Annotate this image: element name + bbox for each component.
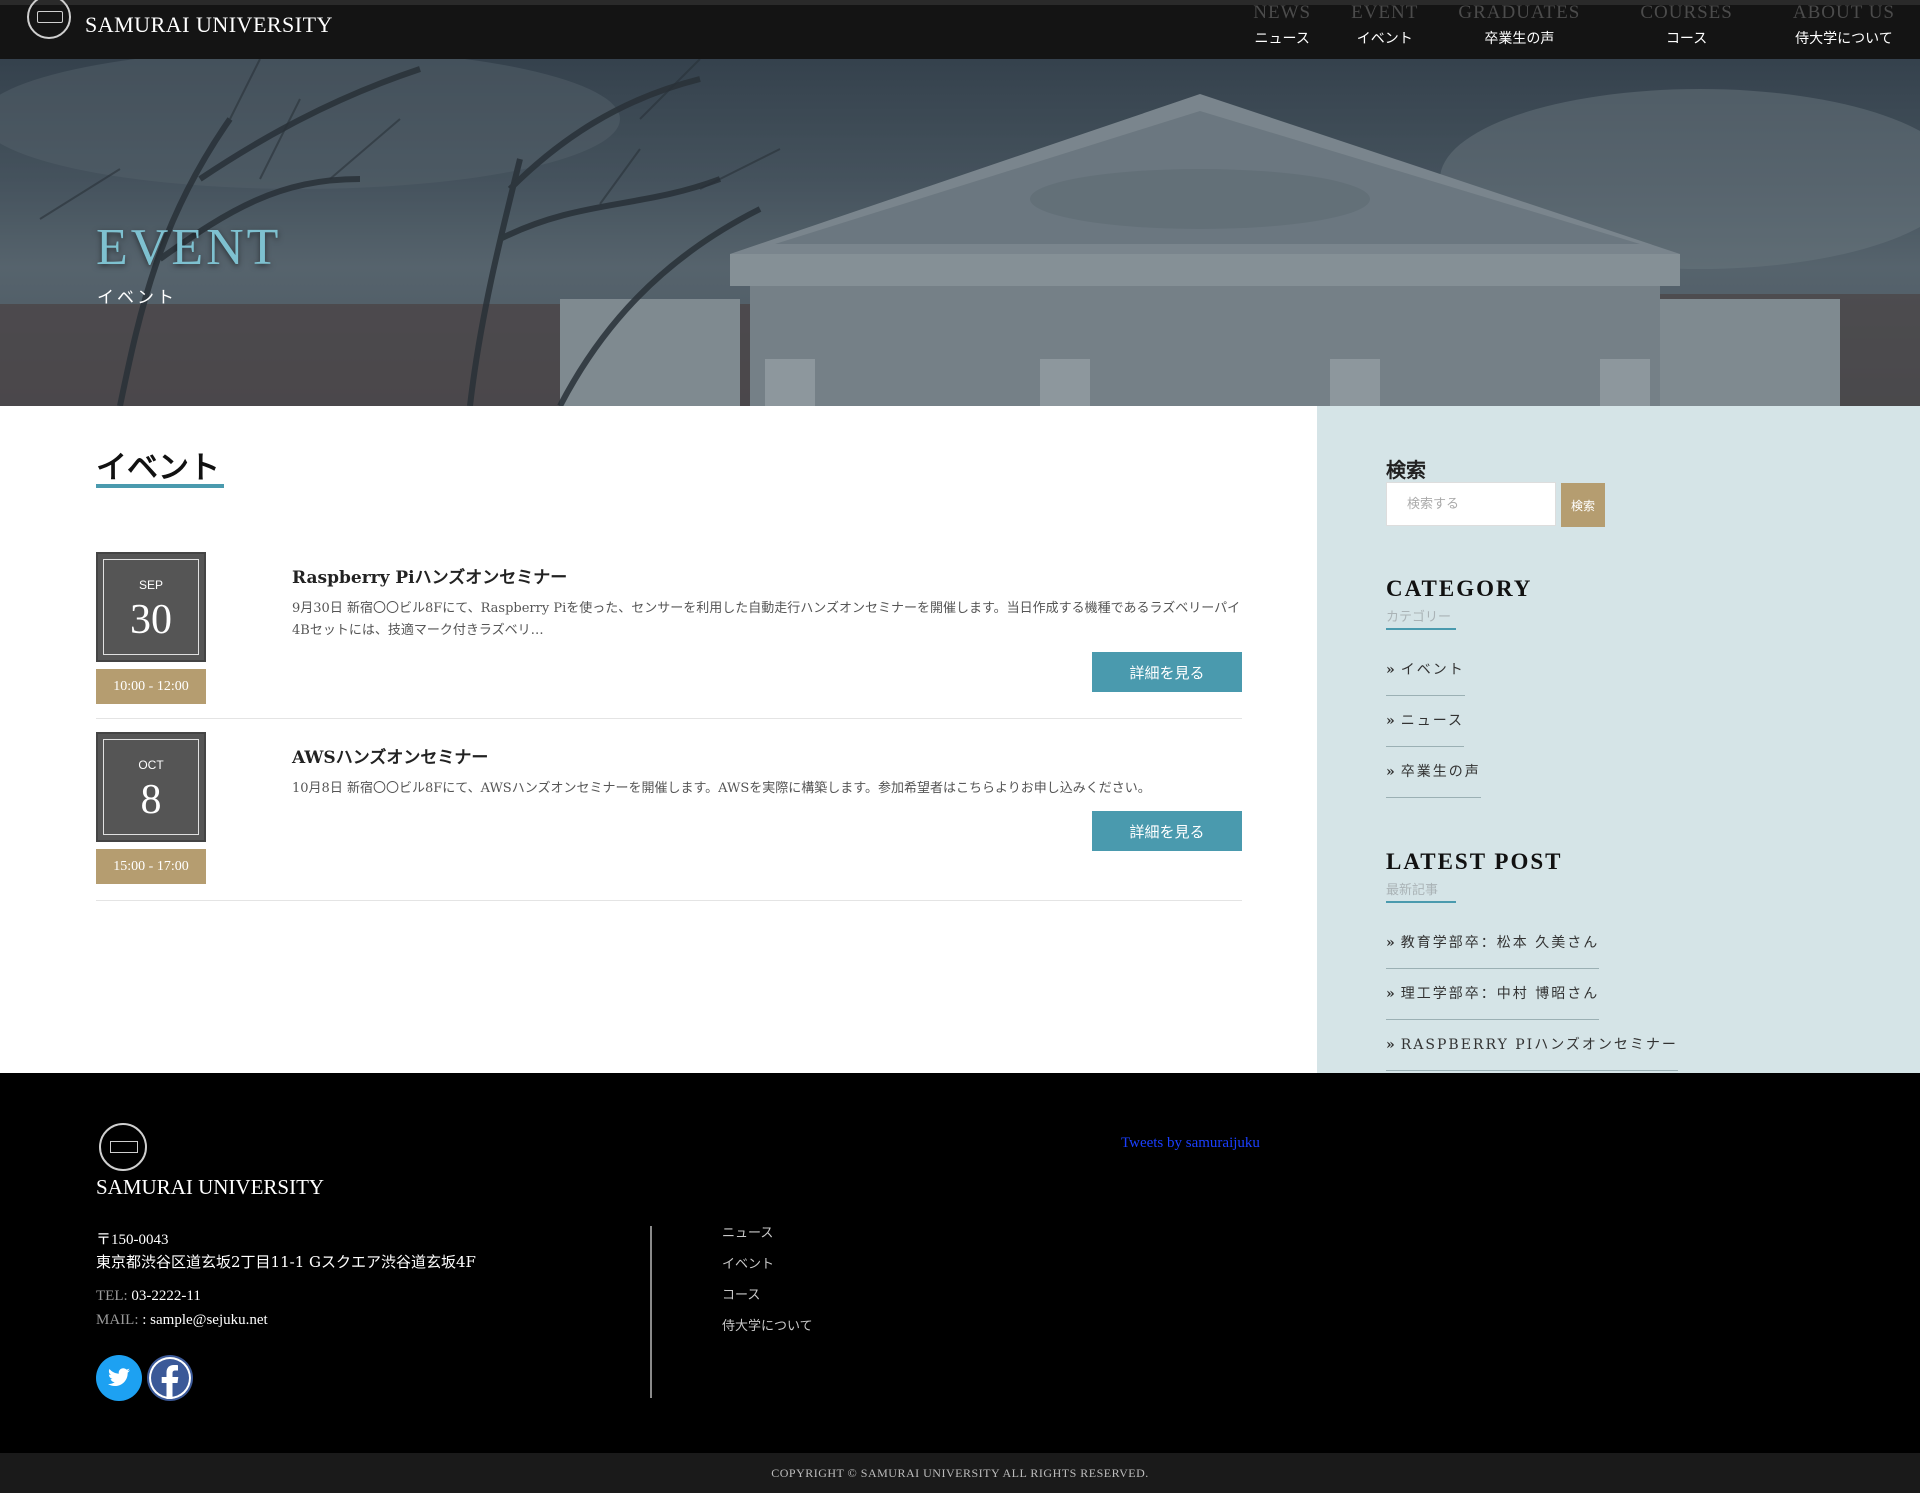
event-date-frame: SEP 30 <box>103 559 199 655</box>
category-label: ニュース <box>1400 713 1465 729</box>
university-emblem-icon <box>27 0 71 39</box>
nav-item-ja-label: 侍大学について <box>1795 31 1893 47</box>
chevron-right-icon: » <box>1386 986 1397 1002</box>
category-list: » イベント » ニュース » 卒業生の声 <box>1386 645 1481 798</box>
chevron-right-icon: » <box>1386 662 1397 678</box>
nav-item-event[interactable]: EVENT イベント <box>1331 5 1438 64</box>
hero-banner: EVENT イベント <box>0 59 1920 406</box>
search-title: 検索 <box>1386 458 1426 482</box>
site-footer: SAMURAI UNIVERSITY 〒150-0043 東京都渋谷区道玄坂2丁… <box>0 1073 1920 1453</box>
event-date-box: SEP 30 <box>96 552 206 662</box>
event-day: 8 <box>140 777 162 823</box>
event-detail-button[interactable]: 詳細を見る <box>1092 652 1242 692</box>
search-button[interactable]: 検索 <box>1561 483 1605 527</box>
twitter-icon[interactable] <box>96 1355 142 1401</box>
nav-item-en-label: ABOUT US <box>1792 5 1895 19</box>
chevron-right-icon: » <box>1386 1037 1397 1053</box>
nav-item-about[interactable]: ABOUT US 侍大学について <box>1773 5 1895 64</box>
nav-item-news[interactable]: NEWS ニュース <box>1233 5 1331 64</box>
hero-subtitle: イベント <box>97 288 177 308</box>
latest-post-list: » 教育学部卒：松本 久美さん » 理工学部卒：中村 博昭さん » RASPBERRY… <box>1386 918 1678 1071</box>
search-input[interactable] <box>1386 482 1556 526</box>
university-emblem-icon <box>99 1123 147 1171</box>
latest-post-label: 教育学部卒：松本 久美さん <box>1400 935 1600 951</box>
event-title[interactable]: AWSハンズオンセミナー <box>292 743 488 768</box>
tel-value: 03-2222-11 <box>131 1288 201 1304</box>
event-description: 10月8日 新宿〇〇ビル8Fにて、AWSハンズオンセミナーを開催します。AWSを… <box>292 781 1151 796</box>
category-item-graduates[interactable]: » 卒業生の声 <box>1386 747 1481 798</box>
footer-link-courses[interactable]: コース <box>722 1280 813 1311</box>
event-detail-button[interactable]: 詳細を見る <box>1092 811 1242 851</box>
tel-label: TEL: <box>96 1288 128 1304</box>
event-description: 9月30日 新宿〇〇ビル8Fにて、Raspberry Piを使った、センサーを利… <box>292 601 1241 638</box>
latest-post-label: 理工学部卒：中村 博昭さん <box>1400 986 1600 1002</box>
site-logo[interactable]: SAMURAI UNIVERSITY <box>27 0 333 45</box>
nav-item-en-label: GRADUATES <box>1458 5 1581 19</box>
facebook-icon[interactable] <box>147 1355 193 1401</box>
footer-links: ニュース イベント コース 侍大学について <box>722 1218 813 1342</box>
event-list-section: イベント SEP 30 10:00 - 12:00 Raspberry Piハン… <box>0 406 1317 1073</box>
latest-post-heading: LATEST POST <box>1386 849 1563 874</box>
sidebar: 検索 検索 CATEGORY カテゴリー »イベント »ニュース »卒業生の声 … <box>1317 406 1920 1073</box>
event-date-frame: OCT 8 <box>103 739 199 835</box>
main-nav: NEWS ニュース EVENT イベント GRADUATES 卒業生の声 COU… <box>1233 5 1895 64</box>
chevron-right-icon: » <box>1386 764 1397 780</box>
nav-item-ja-label: 卒業生の声 <box>1484 31 1555 47</box>
site-header: SAMURAI UNIVERSITY NEWS ニュース EVENT イベント … <box>0 0 1920 59</box>
chevron-right-icon: » <box>1386 713 1397 729</box>
footer-mail: MAIL: : sample@sejuku.net <box>96 1312 268 1329</box>
latest-post-item[interactable]: » 理工学部卒：中村 博昭さん <box>1386 969 1600 1020</box>
category-item-news[interactable]: » ニュース <box>1386 696 1465 747</box>
latest-post-underline <box>1386 901 1456 903</box>
nav-item-en-label: COURSES <box>1640 5 1733 19</box>
logo-text: SAMURAI UNIVERSITY <box>85 12 333 37</box>
event-date-box: OCT 8 <box>96 732 206 842</box>
category-underline <box>1386 628 1456 630</box>
nav-item-ja-label: コース <box>1665 31 1708 47</box>
hero-title: EVENT <box>96 219 282 276</box>
footer-address: 東京都渋谷区道玄坂2丁目11-1 Gスクエア渋谷道玄坂4F <box>96 1253 476 1271</box>
event-time-badge: 15:00 - 17:00 <box>96 849 206 884</box>
mail-value[interactable]: : sample@sejuku.net <box>142 1312 267 1328</box>
latest-post-item[interactable]: » RASPBERRY PIハンズオンセミナー <box>1386 1020 1678 1071</box>
footer-link-about[interactable]: 侍大学について <box>722 1311 813 1342</box>
footer-divider <box>650 1226 652 1398</box>
latest-post-item[interactable]: » 教育学部卒：松本 久美さん <box>1386 918 1600 969</box>
category-item-event[interactable]: » イベント <box>1386 645 1465 696</box>
nav-item-ja-label: イベント <box>1356 31 1413 47</box>
category-label: イベント <box>1400 662 1465 678</box>
event-month: OCT <box>138 758 164 772</box>
latest-post-subheading: 最新記事 <box>1386 883 1439 898</box>
title-underline <box>96 484 224 488</box>
nav-item-courses[interactable]: COURSES コース <box>1620 5 1773 64</box>
latest-post-label: RASPBERRY PIハンズオンセミナー <box>1400 1037 1678 1053</box>
footer-link-news[interactable]: ニュース <box>722 1218 813 1249</box>
nav-item-ja-label: ニュース <box>1254 31 1310 47</box>
category-subheading: カテゴリー <box>1386 610 1452 625</box>
event-item: SEP 30 10:00 - 12:00 Raspberry Piハンズオンセミ… <box>96 552 1242 719</box>
category-label: 卒業生の声 <box>1400 764 1481 780</box>
event-item: OCT 8 15:00 - 17:00 AWSハンズオンセミナー 10月8日 新… <box>96 732 1242 901</box>
footer-link-event[interactable]: イベント <box>722 1249 813 1280</box>
event-month: SEP <box>138 578 163 592</box>
nav-item-graduates[interactable]: GRADUATES 卒業生の声 <box>1438 5 1620 64</box>
mail-label: MAIL: <box>96 1312 139 1328</box>
event-day: 30 <box>130 597 172 643</box>
footer-tel: TEL: 03-2222-11 <box>96 1288 201 1305</box>
page-title: イベント <box>96 450 220 486</box>
nav-item-en-label: NEWS <box>1253 5 1312 19</box>
chevron-right-icon: » <box>1386 935 1397 951</box>
footer-logo-text[interactable]: SAMURAI UNIVERSITY <box>96 1175 324 1200</box>
category-heading: CATEGORY <box>1386 576 1533 601</box>
event-time-badge: 10:00 - 12:00 <box>96 669 206 704</box>
hero-overlay <box>0 59 1920 406</box>
event-title[interactable]: Raspberry Piハンズオンセミナー <box>292 563 567 588</box>
nav-item-en-label: EVENT <box>1351 5 1419 19</box>
copyright: COPYRIGHT © SAMURAI UNIVERSITY ALL RIGHT… <box>0 1453 1920 1493</box>
footer-postal-code: 〒150-0043 <box>96 1232 169 1248</box>
twitter-timeline-link[interactable]: Tweets by samuraijuku <box>1121 1135 1260 1152</box>
